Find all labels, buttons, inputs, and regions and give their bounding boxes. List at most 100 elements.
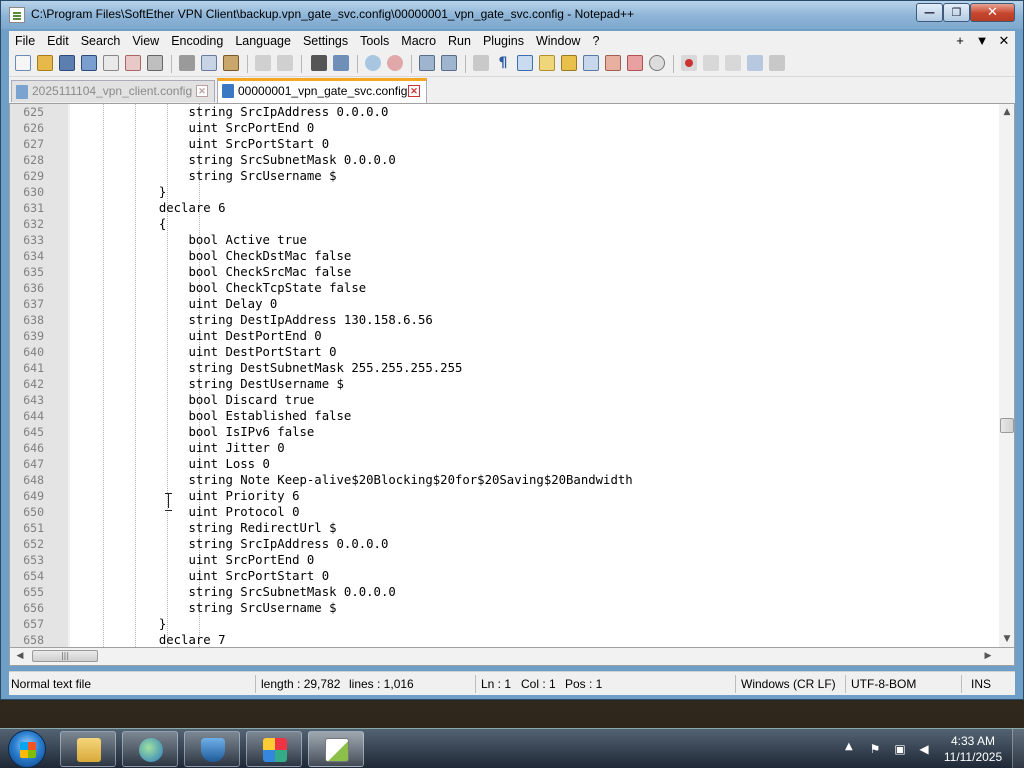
line-text[interactable]: uint DestPortEnd 0 — [70, 328, 321, 344]
line-text[interactable]: uint Jitter 0 — [70, 440, 284, 456]
code-line[interactable]: 631 declare 6 — [10, 200, 1000, 216]
code-line[interactable]: 648 string Note Keep-alive$20Blocking$20… — [10, 472, 1000, 488]
code-line[interactable]: 629 string SrcUsername $ — [10, 168, 1000, 184]
line-text[interactable]: string DestIpAddress 130.158.6.56 — [70, 312, 432, 328]
save-macro-icon[interactable] — [769, 55, 785, 71]
code-line[interactable]: 641 string DestSubnetMask 255.255.255.25… — [10, 360, 1000, 376]
action-center-flag-icon[interactable]: ⚑ — [867, 741, 883, 757]
code-line[interactable]: 655 string SrcSubnetMask 0.0.0.0 — [10, 584, 1000, 600]
document-map-icon[interactable] — [561, 55, 577, 71]
line-text[interactable]: uint Delay 0 — [70, 296, 277, 312]
redo-icon[interactable] — [277, 55, 293, 71]
code-line[interactable]: 634 bool CheckDstMac false — [10, 248, 1000, 264]
line-text[interactable]: bool IsIPv6 false — [70, 424, 314, 440]
code-line[interactable]: 626 uint SrcPortEnd 0 — [10, 120, 1000, 136]
line-text[interactable]: uint Protocol 0 — [70, 504, 299, 520]
vertical-scroll-thumb[interactable] — [1000, 418, 1014, 433]
system-clock[interactable]: 4:33 AM 11/11/2025 — [940, 733, 1006, 765]
show-desktop-button[interactable] — [1012, 729, 1024, 768]
line-text[interactable]: string Note Keep-alive$20Blocking$20for$… — [70, 472, 632, 488]
code-line[interactable]: 649 uint Priority 6 — [10, 488, 1000, 504]
save-all-icon[interactable] — [81, 55, 97, 71]
code-line[interactable]: 625 string SrcIpAddress 0.0.0.0 — [10, 104, 1000, 120]
line-text[interactable]: string SrcIpAddress 0.0.0.0 — [70, 536, 388, 552]
code-line[interactable]: 637 uint Delay 0 — [10, 296, 1000, 312]
cut-icon[interactable] — [179, 55, 195, 71]
code-line[interactable]: 656 string SrcUsername $ — [10, 600, 1000, 616]
line-text[interactable]: string SrcSubnetMask 0.0.0.0 — [70, 584, 395, 600]
open-file-icon[interactable] — [37, 55, 53, 71]
word-wrap-icon[interactable] — [473, 55, 489, 71]
print-icon[interactable] — [147, 55, 163, 71]
code-line[interactable]: 642 string DestUsername $ — [10, 376, 1000, 392]
network-status-icon[interactable]: ▣ — [892, 741, 908, 757]
line-text[interactable]: string SrcSubnetMask 0.0.0.0 — [70, 152, 395, 168]
record-macro-icon[interactable] — [681, 55, 697, 71]
line-text[interactable]: bool Established false — [70, 408, 351, 424]
line-text[interactable]: bool Active true — [70, 232, 306, 248]
line-text[interactable]: string DestUsername $ — [70, 376, 343, 392]
menu-help[interactable]: ? — [586, 31, 605, 51]
folder-workspace-icon[interactable] — [605, 55, 621, 71]
replace-icon[interactable] — [333, 55, 349, 71]
code-line[interactable]: 645 bool IsIPv6 false — [10, 424, 1000, 440]
text-editor[interactable]: 625 string SrcIpAddress 0.0.0.0 626 uint … — [9, 103, 1015, 648]
code-line[interactable]: 630 } — [10, 184, 1000, 200]
code-line[interactable]: 644 bool Established false — [10, 408, 1000, 424]
code-line[interactable]: 627 uint SrcPortStart 0 — [10, 136, 1000, 152]
paste-icon[interactable] — [223, 55, 239, 71]
code-line[interactable]: 636 bool CheckTcpState false — [10, 280, 1000, 296]
code-line[interactable]: 657 } — [10, 616, 1000, 632]
line-text[interactable]: string RedirectUrl $ — [70, 520, 336, 536]
menu-run[interactable]: Run — [442, 31, 477, 51]
code-line[interactable]: 652 string SrcIpAddress 0.0.0.0 — [10, 536, 1000, 552]
taskbar-explorer[interactable] — [60, 731, 116, 767]
code-line[interactable]: 653 uint SrcPortEnd 0 — [10, 552, 1000, 568]
menu-window[interactable]: Window — [530, 31, 586, 51]
line-text[interactable]: uint SrcPortStart 0 — [70, 136, 329, 152]
horizontal-scrollbar[interactable]: ◀ ||| ▶ — [9, 648, 1015, 666]
tab-close-icon[interactable]: ✕ — [408, 85, 420, 97]
zoom-in-icon[interactable] — [365, 55, 381, 71]
line-text[interactable]: bool CheckDstMac false — [70, 248, 351, 264]
line-text[interactable]: uint DestPortStart 0 — [70, 344, 336, 360]
close-all-icon[interactable] — [125, 55, 141, 71]
code-line[interactable]: 638 string DestIpAddress 130.158.6.56 — [10, 312, 1000, 328]
line-text[interactable]: uint SrcPortEnd 0 — [70, 120, 314, 136]
volume-muted-icon[interactable]: ◀ — [916, 741, 932, 757]
vertical-scrollbar[interactable]: ▲ ▼ — [999, 104, 1014, 647]
menu-plugins[interactable]: Plugins — [477, 31, 530, 51]
new-file-icon[interactable] — [15, 55, 31, 71]
scroll-left-arrow-icon[interactable]: ◀ — [12, 648, 28, 665]
title-bar[interactable]: C:\Program Files\SoftEther VPN Client\ba… — [1, 1, 1023, 29]
code-area[interactable]: 625 string SrcIpAddress 0.0.0.0 626 uint … — [10, 104, 1000, 647]
code-line[interactable]: 650 uint Protocol 0 — [10, 504, 1000, 520]
taskbar-photo-viewer[interactable] — [246, 731, 302, 767]
line-text[interactable]: string DestSubnetMask 255.255.255.255 — [70, 360, 462, 376]
code-line[interactable]: 628 string SrcSubnetMask 0.0.0.0 — [10, 152, 1000, 168]
new-tab-plus-icon[interactable]: + — [949, 31, 971, 51]
start-button[interactable] — [8, 730, 46, 768]
code-line[interactable]: 651 string RedirectUrl $ — [10, 520, 1000, 536]
taskbar-network[interactable] — [122, 731, 178, 767]
line-text[interactable]: string SrcIpAddress 0.0.0.0 — [70, 104, 388, 120]
code-line[interactable]: 639 uint DestPortEnd 0 — [10, 328, 1000, 344]
line-text[interactable]: string SrcUsername $ — [70, 600, 336, 616]
close-button[interactable]: ✕ — [970, 3, 1015, 22]
notepadpp-app-icon[interactable] — [9, 7, 25, 23]
find-icon[interactable] — [311, 55, 327, 71]
close-file-icon[interactable] — [103, 55, 119, 71]
line-text[interactable]: string SrcUsername $ — [70, 168, 336, 184]
eye-icon[interactable] — [649, 55, 665, 71]
save-icon[interactable] — [59, 55, 75, 71]
function-list-icon[interactable] — [583, 55, 599, 71]
zoom-out-icon[interactable] — [387, 55, 403, 71]
code-line[interactable]: 654 uint SrcPortStart 0 — [10, 568, 1000, 584]
undo-icon[interactable] — [255, 55, 271, 71]
code-line[interactable]: 643 bool Discard true — [10, 392, 1000, 408]
line-text[interactable]: declare 7 — [70, 632, 226, 647]
menu-search[interactable]: Search — [75, 31, 127, 51]
indent-guide-icon[interactable] — [517, 55, 533, 71]
code-line[interactable]: 646 uint Jitter 0 — [10, 440, 1000, 456]
close-doc-x-icon[interactable]: ✕ — [993, 31, 1015, 51]
